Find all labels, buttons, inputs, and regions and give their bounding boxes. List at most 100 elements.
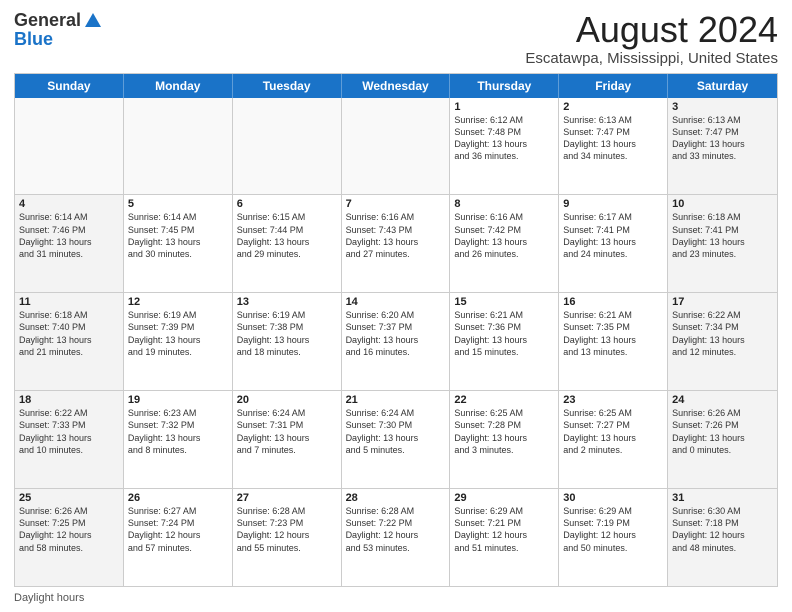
cell-daylight-info: Sunrise: 6:30 AM Sunset: 7:18 PM Dayligh… (672, 505, 773, 554)
calendar-cell: 10Sunrise: 6:18 AM Sunset: 7:41 PM Dayli… (668, 195, 777, 292)
calendar-cell: 5Sunrise: 6:14 AM Sunset: 7:45 PM Daylig… (124, 195, 233, 292)
footer-label: Daylight hours (14, 592, 84, 604)
title-area: August 2024 Escatawpa, Mississippi, Unit… (525, 10, 778, 67)
calendar-row: 4Sunrise: 6:14 AM Sunset: 7:46 PM Daylig… (15, 195, 777, 293)
day-number: 15 (454, 296, 554, 308)
cell-daylight-info: Sunrise: 6:29 AM Sunset: 7:21 PM Dayligh… (454, 505, 554, 554)
day-number: 16 (563, 296, 663, 308)
logo: General Blue (14, 10, 103, 50)
cell-daylight-info: Sunrise: 6:21 AM Sunset: 7:35 PM Dayligh… (563, 309, 663, 358)
calendar-cell: 9Sunrise: 6:17 AM Sunset: 7:41 PM Daylig… (559, 195, 668, 292)
calendar-cell: 29Sunrise: 6:29 AM Sunset: 7:21 PM Dayli… (450, 489, 559, 586)
cell-daylight-info: Sunrise: 6:17 AM Sunset: 7:41 PM Dayligh… (563, 211, 663, 260)
cell-daylight-info: Sunrise: 6:22 AM Sunset: 7:34 PM Dayligh… (672, 309, 773, 358)
cell-daylight-info: Sunrise: 6:12 AM Sunset: 7:48 PM Dayligh… (454, 114, 554, 163)
header-day-monday: Monday (124, 74, 233, 98)
day-number: 10 (672, 198, 773, 210)
day-number: 8 (454, 198, 554, 210)
calendar-row: 25Sunrise: 6:26 AM Sunset: 7:25 PM Dayli… (15, 489, 777, 586)
header-day-sunday: Sunday (15, 74, 124, 98)
cell-daylight-info: Sunrise: 6:26 AM Sunset: 7:25 PM Dayligh… (19, 505, 119, 554)
cell-daylight-info: Sunrise: 6:28 AM Sunset: 7:22 PM Dayligh… (346, 505, 446, 554)
calendar-cell: 2Sunrise: 6:13 AM Sunset: 7:47 PM Daylig… (559, 98, 668, 195)
day-number: 29 (454, 492, 554, 504)
day-number: 3 (672, 101, 773, 113)
calendar-cell: 4Sunrise: 6:14 AM Sunset: 7:46 PM Daylig… (15, 195, 124, 292)
cell-daylight-info: Sunrise: 6:18 AM Sunset: 7:41 PM Dayligh… (672, 211, 773, 260)
calendar-cell: 23Sunrise: 6:25 AM Sunset: 7:27 PM Dayli… (559, 391, 668, 488)
calendar-cell: 13Sunrise: 6:19 AM Sunset: 7:38 PM Dayli… (233, 293, 342, 390)
calendar-cell: 6Sunrise: 6:15 AM Sunset: 7:44 PM Daylig… (233, 195, 342, 292)
header-day-saturday: Saturday (668, 74, 777, 98)
day-number: 22 (454, 394, 554, 406)
calendar-row: 1Sunrise: 6:12 AM Sunset: 7:48 PM Daylig… (15, 98, 777, 196)
footer: Daylight hours (14, 592, 778, 604)
calendar-cell: 11Sunrise: 6:18 AM Sunset: 7:40 PM Dayli… (15, 293, 124, 390)
day-number: 14 (346, 296, 446, 308)
calendar-cell: 15Sunrise: 6:21 AM Sunset: 7:36 PM Dayli… (450, 293, 559, 390)
day-number: 5 (128, 198, 228, 210)
cell-daylight-info: Sunrise: 6:16 AM Sunset: 7:42 PM Dayligh… (454, 211, 554, 260)
calendar: SundayMondayTuesdayWednesdayThursdayFrid… (14, 73, 778, 587)
calendar-cell: 14Sunrise: 6:20 AM Sunset: 7:37 PM Dayli… (342, 293, 451, 390)
day-number: 18 (19, 394, 119, 406)
day-number: 13 (237, 296, 337, 308)
calendar-cell: 25Sunrise: 6:26 AM Sunset: 7:25 PM Dayli… (15, 489, 124, 586)
header-day-thursday: Thursday (450, 74, 559, 98)
day-number: 23 (563, 394, 663, 406)
header-day-tuesday: Tuesday (233, 74, 342, 98)
subtitle: Escatawpa, Mississippi, United States (525, 50, 778, 67)
calendar-cell: 24Sunrise: 6:26 AM Sunset: 7:26 PM Dayli… (668, 391, 777, 488)
calendar-cell: 1Sunrise: 6:12 AM Sunset: 7:48 PM Daylig… (450, 98, 559, 195)
cell-daylight-info: Sunrise: 6:28 AM Sunset: 7:23 PM Dayligh… (237, 505, 337, 554)
cell-daylight-info: Sunrise: 6:25 AM Sunset: 7:27 PM Dayligh… (563, 407, 663, 456)
cell-daylight-info: Sunrise: 6:20 AM Sunset: 7:37 PM Dayligh… (346, 309, 446, 358)
cell-daylight-info: Sunrise: 6:29 AM Sunset: 7:19 PM Dayligh… (563, 505, 663, 554)
day-number: 17 (672, 296, 773, 308)
calendar-header: SundayMondayTuesdayWednesdayThursdayFrid… (15, 74, 777, 98)
cell-daylight-info: Sunrise: 6:15 AM Sunset: 7:44 PM Dayligh… (237, 211, 337, 260)
logo-blue-text: Blue (14, 29, 53, 50)
cell-daylight-info: Sunrise: 6:16 AM Sunset: 7:43 PM Dayligh… (346, 211, 446, 260)
day-number: 26 (128, 492, 228, 504)
calendar-cell: 17Sunrise: 6:22 AM Sunset: 7:34 PM Dayli… (668, 293, 777, 390)
cell-daylight-info: Sunrise: 6:26 AM Sunset: 7:26 PM Dayligh… (672, 407, 773, 456)
header-day-wednesday: Wednesday (342, 74, 451, 98)
main-title: August 2024 (525, 10, 778, 50)
calendar-cell: 3Sunrise: 6:13 AM Sunset: 7:47 PM Daylig… (668, 98, 777, 195)
day-number: 12 (128, 296, 228, 308)
calendar-cell: 26Sunrise: 6:27 AM Sunset: 7:24 PM Dayli… (124, 489, 233, 586)
calendar-cell: 16Sunrise: 6:21 AM Sunset: 7:35 PM Dayli… (559, 293, 668, 390)
day-number: 25 (19, 492, 119, 504)
cell-daylight-info: Sunrise: 6:14 AM Sunset: 7:45 PM Dayligh… (128, 211, 228, 260)
day-number: 4 (19, 198, 119, 210)
day-number: 9 (563, 198, 663, 210)
cell-daylight-info: Sunrise: 6:27 AM Sunset: 7:24 PM Dayligh… (128, 505, 228, 554)
cell-daylight-info: Sunrise: 6:21 AM Sunset: 7:36 PM Dayligh… (454, 309, 554, 358)
calendar-cell: 7Sunrise: 6:16 AM Sunset: 7:43 PM Daylig… (342, 195, 451, 292)
day-number: 21 (346, 394, 446, 406)
cell-daylight-info: Sunrise: 6:13 AM Sunset: 7:47 PM Dayligh… (563, 114, 663, 163)
day-number: 31 (672, 492, 773, 504)
cell-daylight-info: Sunrise: 6:19 AM Sunset: 7:38 PM Dayligh… (237, 309, 337, 358)
calendar-cell: 20Sunrise: 6:24 AM Sunset: 7:31 PM Dayli… (233, 391, 342, 488)
calendar-cell: 19Sunrise: 6:23 AM Sunset: 7:32 PM Dayli… (124, 391, 233, 488)
cell-daylight-info: Sunrise: 6:18 AM Sunset: 7:40 PM Dayligh… (19, 309, 119, 358)
calendar-row: 11Sunrise: 6:18 AM Sunset: 7:40 PM Dayli… (15, 293, 777, 391)
calendar-cell (124, 98, 233, 195)
cell-daylight-info: Sunrise: 6:19 AM Sunset: 7:39 PM Dayligh… (128, 309, 228, 358)
cell-daylight-info: Sunrise: 6:14 AM Sunset: 7:46 PM Dayligh… (19, 211, 119, 260)
cell-daylight-info: Sunrise: 6:23 AM Sunset: 7:32 PM Dayligh… (128, 407, 228, 456)
cell-daylight-info: Sunrise: 6:22 AM Sunset: 7:33 PM Dayligh… (19, 407, 119, 456)
day-number: 6 (237, 198, 337, 210)
calendar-cell: 21Sunrise: 6:24 AM Sunset: 7:30 PM Dayli… (342, 391, 451, 488)
day-number: 11 (19, 296, 119, 308)
cell-daylight-info: Sunrise: 6:13 AM Sunset: 7:47 PM Dayligh… (672, 114, 773, 163)
cell-daylight-info: Sunrise: 6:25 AM Sunset: 7:28 PM Dayligh… (454, 407, 554, 456)
calendar-row: 18Sunrise: 6:22 AM Sunset: 7:33 PM Dayli… (15, 391, 777, 489)
page: General Blue August 2024 Escatawpa, Miss… (0, 0, 792, 612)
day-number: 7 (346, 198, 446, 210)
calendar-cell: 30Sunrise: 6:29 AM Sunset: 7:19 PM Dayli… (559, 489, 668, 586)
calendar-cell: 12Sunrise: 6:19 AM Sunset: 7:39 PM Dayli… (124, 293, 233, 390)
day-number: 27 (237, 492, 337, 504)
